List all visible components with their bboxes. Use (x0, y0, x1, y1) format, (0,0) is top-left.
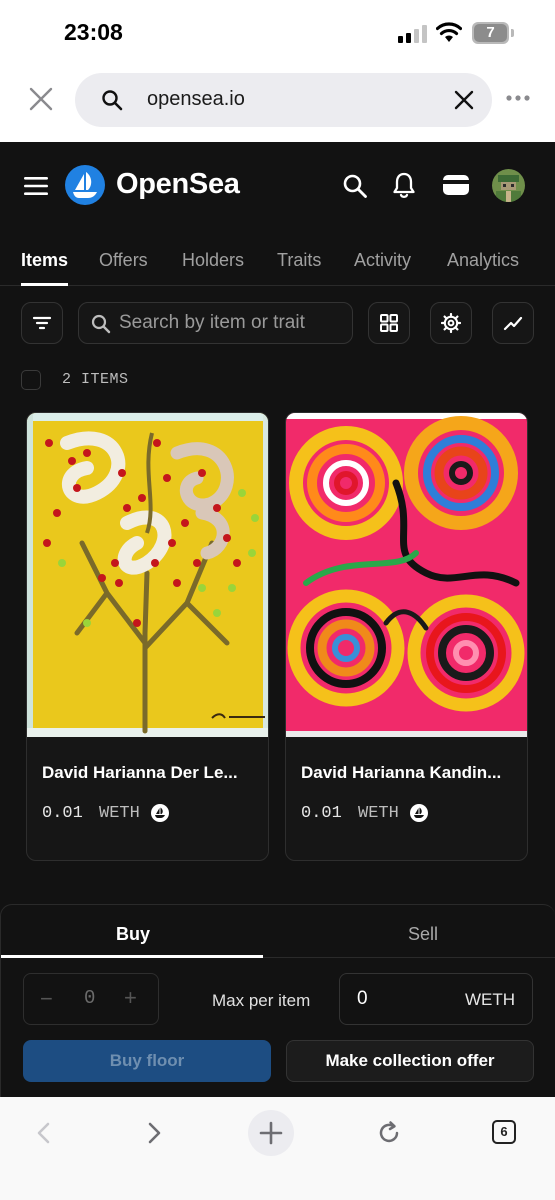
trend-chart-icon (503, 316, 523, 331)
item-price: 0.01 (301, 804, 342, 823)
opensea-chain-icon (410, 804, 428, 822)
items-count-row: 2 ITEMS (0, 368, 555, 392)
item-card[interactable]: David Harianna Kandin... 0.01 WETH (285, 412, 528, 861)
quantity-stepper[interactable]: − 0 + (23, 973, 159, 1025)
close-icon[interactable] (26, 84, 56, 114)
grid-view-button[interactable] (368, 302, 410, 344)
items-toolbar (0, 302, 555, 344)
battery-level: 7 (486, 24, 495, 41)
opensea-logo[interactable] (65, 165, 105, 205)
nft-artwork-image[interactable] (27, 413, 268, 737)
item-title[interactable]: David Harianna Kandin... (301, 763, 515, 783)
status-bar: 23:08 7 (0, 0, 555, 64)
search-input[interactable] (119, 303, 347, 343)
url-text: opensea.io (147, 88, 245, 110)
reload-icon[interactable] (376, 1120, 402, 1146)
items-count: 2 ITEMS (62, 371, 129, 388)
decrement-button[interactable]: − (40, 986, 53, 1012)
notifications-bell-icon[interactable] (392, 171, 416, 199)
collection-tabs: Items Offers Holders Traits Activity Ana… (0, 230, 555, 286)
tab-traits[interactable]: Traits (277, 250, 321, 271)
tab-sell[interactable]: Sell (408, 924, 438, 945)
grid-icon (380, 314, 398, 332)
tab-buy[interactable]: Buy (116, 924, 150, 945)
filter-icon (32, 316, 52, 330)
max-price-field[interactable]: 0 WETH (339, 973, 533, 1025)
max-price-value[interactable]: 0 (357, 988, 368, 1010)
open-tabs-count: 6 (500, 1124, 508, 1139)
select-all-checkbox[interactable] (21, 370, 41, 390)
search-icon[interactable] (342, 173, 368, 199)
buy-floor-label: Buy floor (109, 1051, 185, 1070)
divider (263, 957, 555, 958)
make-collection-offer-button[interactable]: Make collection offer (286, 1040, 534, 1082)
tabs-overview-button[interactable]: 6 (492, 1120, 516, 1144)
item-card[interactable]: David Harianna Der Le... 0.01 WETH (26, 412, 269, 861)
tab-analytics[interactable]: Analytics (447, 250, 519, 271)
brand-name[interactable]: OpenSea (116, 168, 240, 201)
item-title[interactable]: David Harianna Der Le... (42, 763, 256, 783)
avatar[interactable] (492, 169, 525, 202)
max-per-item-label: Max per item (212, 991, 311, 1010)
increment-button[interactable]: + (124, 985, 137, 1011)
battery-icon: 7 (472, 22, 514, 44)
make-collection-offer-label: Make collection offer (325, 1051, 495, 1070)
buy-floor-button[interactable]: Buy floor (23, 1040, 271, 1082)
cellular-signal-icon (398, 25, 427, 43)
browser-address-bar: opensea.io (0, 64, 555, 142)
search-icon (102, 90, 123, 111)
forward-icon[interactable] (143, 1121, 165, 1145)
more-options-icon[interactable] (505, 94, 531, 102)
app-header: OpenSea (0, 142, 555, 230)
new-tab-button[interactable] (248, 1110, 294, 1156)
filter-button[interactable] (21, 302, 63, 344)
analytics-chart-button[interactable] (492, 302, 534, 344)
quantity-value[interactable]: 0 (84, 987, 95, 1009)
menu-icon[interactable] (24, 176, 48, 196)
url-field[interactable]: opensea.io (75, 73, 492, 127)
tab-holders[interactable]: Holders (182, 250, 244, 271)
wifi-icon (436, 22, 462, 42)
opensea-page: OpenSea Items Offers Holders Traits Acti… (0, 142, 555, 1097)
tab-activity[interactable]: Activity (354, 250, 411, 271)
tab-offers[interactable]: Offers (99, 250, 148, 271)
tab-items[interactable]: Items (21, 250, 68, 271)
opensea-chain-icon (151, 804, 169, 822)
item-currency: WETH (99, 804, 140, 823)
nft-artwork-image[interactable] (286, 413, 527, 737)
active-trade-tab-indicator (1, 955, 263, 958)
clock: 23:08 (64, 19, 123, 45)
settings-button[interactable] (430, 302, 472, 344)
back-icon[interactable] (33, 1121, 55, 1145)
wallet-icon[interactable] (442, 173, 470, 197)
active-tab-indicator (21, 283, 68, 286)
plus-icon (259, 1121, 283, 1145)
item-currency: WETH (358, 804, 399, 823)
item-price: 0.01 (42, 804, 83, 823)
item-search-field[interactable] (78, 302, 353, 344)
clear-url-icon[interactable] (452, 88, 476, 112)
search-icon (91, 314, 111, 334)
gear-icon (441, 313, 461, 333)
browser-toolbar: 6 (0, 1097, 555, 1200)
max-price-unit: WETH (465, 990, 516, 1009)
buy-sell-panel: Buy Sell − 0 + Max per item 0 WETH Buy f… (0, 904, 555, 1097)
